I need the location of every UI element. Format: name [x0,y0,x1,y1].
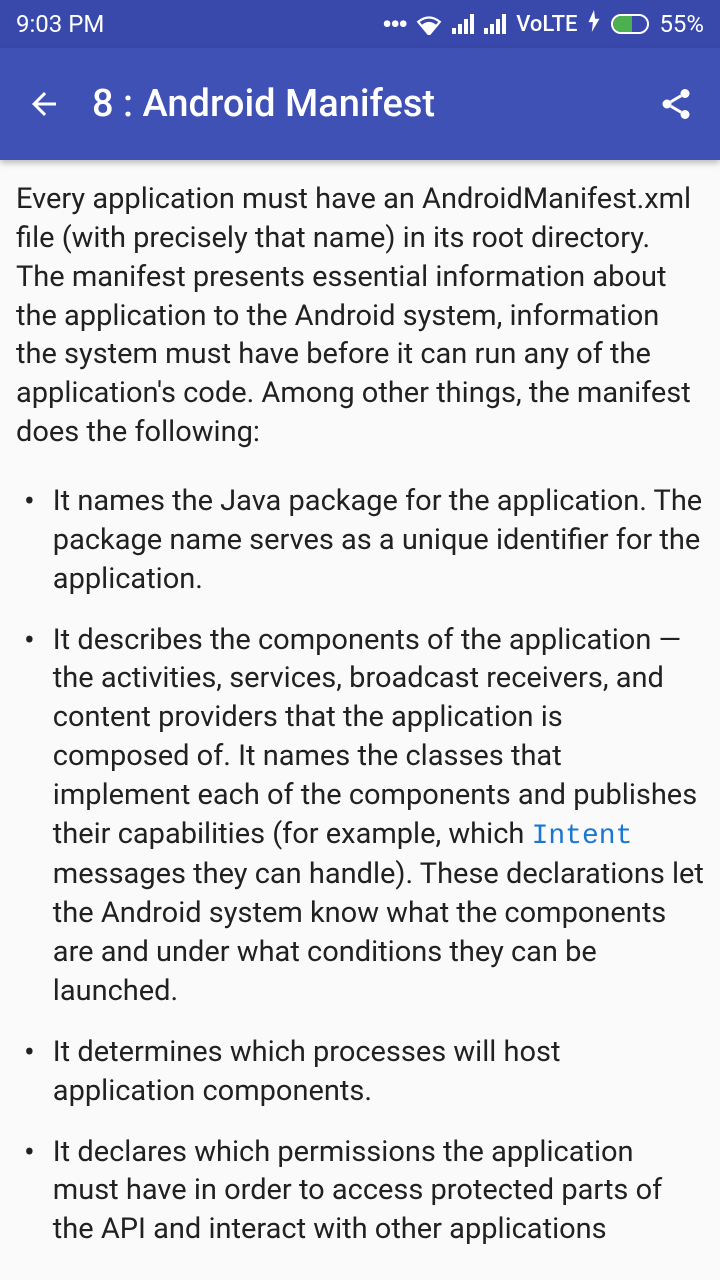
intro-paragraph: Every application must have an AndroidMa… [16,180,704,452]
bullet-list: • It names the Java package for the appl… [16,482,704,1249]
bullet-text: It describes the components of the appli… [53,621,704,1011]
battery-percent: 55% [659,10,704,38]
wifi-icon [416,13,442,35]
share-button[interactable] [652,80,700,128]
bullet-text: It names the Java package for the applic… [53,482,704,599]
code-inline: Intent [532,821,633,852]
list-item: • It describes the components of the app… [16,621,704,1011]
bullet-marker: • [24,482,35,599]
back-button[interactable] [20,80,68,128]
page-title: 8 : Android Manifest [92,82,652,126]
more-icon: ••• [382,8,406,41]
bullet-text: It determines which processes will host … [53,1033,704,1111]
bullet-text: It declares which permissions the applic… [53,1133,704,1250]
content-area[interactable]: Every application must have an AndroidMa… [0,160,720,1280]
status-indicators: ••• VoLTE [382,8,704,41]
charging-icon [587,10,601,38]
share-icon [658,86,694,122]
battery-icon [611,14,649,34]
list-item: • It names the Java package for the appl… [16,482,704,599]
signal-icon-1 [452,14,474,34]
status-time: 9:03 PM [16,10,104,38]
app-bar: 8 : Android Manifest [0,48,720,160]
bullet-marker: • [24,621,35,1011]
list-item: • It declares which permissions the appl… [16,1133,704,1250]
network-label: VoLTE [516,12,577,37]
signal-icon-2 [484,14,506,34]
arrow-left-icon [26,86,62,122]
list-item: • It determines which processes will hos… [16,1033,704,1111]
bullet-marker: • [24,1033,35,1111]
bullet-marker: • [24,1133,35,1250]
status-bar: 9:03 PM ••• VoLTE [0,0,720,48]
